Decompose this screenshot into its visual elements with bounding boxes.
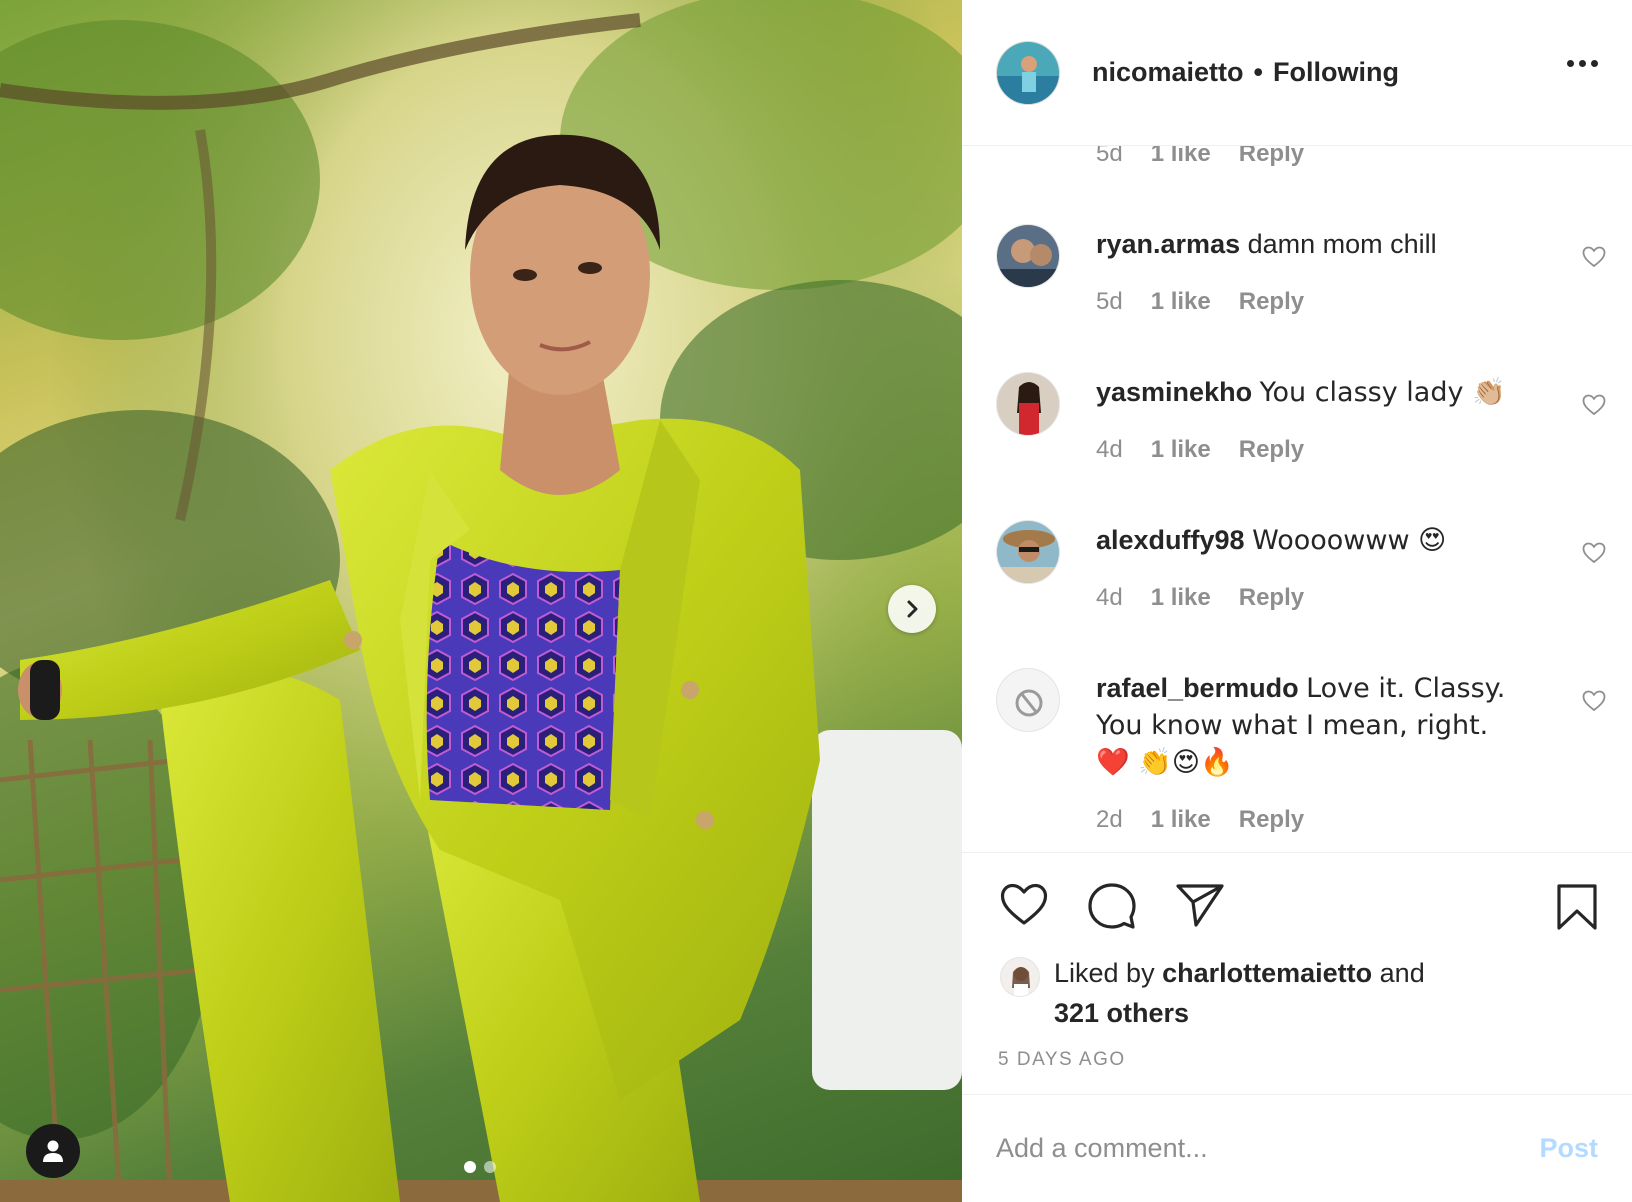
- post-comment-button[interactable]: Post: [1539, 1133, 1598, 1164]
- carousel-dot-active: [464, 1161, 476, 1173]
- liked-by-conjunction: and: [1379, 958, 1425, 988]
- reply-button[interactable]: Reply: [1239, 146, 1304, 168]
- more-options-icon[interactable]: [1567, 60, 1598, 67]
- comment-time: 4d: [1096, 436, 1123, 463]
- comment-time: 5d: [1096, 288, 1123, 315]
- commenter-avatar[interactable]: [996, 668, 1060, 732]
- commenter-avatar[interactable]: [996, 372, 1060, 436]
- next-slide-button[interactable]: [888, 585, 936, 633]
- post-header: nicomaietto • Following: [962, 0, 1632, 146]
- heart-icon[interactable]: [1000, 883, 1048, 927]
- bookmark-icon[interactable]: [1556, 883, 1598, 931]
- liked-by-summary: Liked by charlottemaietto and 321 others: [1000, 953, 1474, 1033]
- comment-likes[interactable]: 1 like: [1151, 288, 1211, 316]
- user-icon: [43, 1140, 63, 1162]
- comment-likes[interactable]: 1 like: [1151, 806, 1211, 834]
- comment-bubble-icon[interactable]: [1088, 883, 1136, 929]
- carousel-indicator: [464, 1161, 496, 1173]
- comment-meta: 2d 1 like Reply: [1096, 806, 1304, 834]
- reply-button[interactable]: Reply: [1239, 584, 1304, 612]
- comment-likes[interactable]: 1 like: [1151, 436, 1211, 464]
- tagged-users-button[interactable]: [26, 1124, 80, 1178]
- liked-by-avatar[interactable]: [1000, 957, 1040, 997]
- commenter-username[interactable]: rafael_bermudo: [1096, 673, 1299, 703]
- action-icon-row: [1000, 883, 1224, 929]
- author-avatar[interactable]: [996, 40, 1060, 105]
- comment-likes[interactable]: 1 like: [1151, 146, 1211, 168]
- liked-by-username[interactable]: charlottemaietto: [1162, 958, 1372, 988]
- comment-time: 5d: [1096, 146, 1123, 167]
- comment-meta: 5d 1 like Reply: [1096, 146, 1304, 168]
- reply-button[interactable]: Reply: [1239, 806, 1304, 834]
- comment-heart-icon[interactable]: [1582, 246, 1606, 268]
- reply-button[interactable]: Reply: [1239, 288, 1304, 316]
- comment-time: 4d: [1096, 584, 1123, 611]
- comments-list[interactable]: 5d 1 like Reply ryan.armas damn mom chil…: [962, 146, 1632, 852]
- paper-plane-icon[interactable]: [1176, 883, 1224, 927]
- comment-heart-icon[interactable]: [1582, 690, 1606, 712]
- commenter-avatar-image: [997, 521, 1059, 583]
- comment-text: rafael_bermudo Love it. Classy. You know…: [1096, 670, 1516, 781]
- follow-status-button[interactable]: Following: [1273, 57, 1399, 88]
- add-comment-bar: Post: [962, 1094, 1632, 1202]
- commenter-avatar-image: [997, 669, 1059, 731]
- comment-meta: 4d 1 like Reply: [1096, 436, 1304, 464]
- commenter-username[interactable]: alexduffy98: [1096, 525, 1245, 555]
- comment-time: 2d: [1096, 806, 1123, 833]
- liked-by-avatar-image: [1001, 958, 1039, 996]
- commenter-avatar[interactable]: [996, 224, 1060, 288]
- comment-meta: 4d 1 like Reply: [1096, 584, 1304, 612]
- comment-body: damn mom chill: [1247, 229, 1437, 259]
- comment-input[interactable]: [996, 1133, 1540, 1164]
- likes-count-link[interactable]: 321 others: [1054, 998, 1189, 1028]
- header-separator: •: [1253, 57, 1263, 87]
- chevron-right-icon: [907, 600, 918, 618]
- commenter-avatar-image: [997, 225, 1059, 287]
- liked-by-prefix: Liked by: [1054, 958, 1155, 988]
- commenter-avatar[interactable]: [996, 520, 1060, 584]
- author-avatar-image: [997, 41, 1059, 104]
- comment-body: You classy lady 👏🏼: [1259, 377, 1506, 408]
- reply-button[interactable]: Reply: [1239, 436, 1304, 464]
- liked-by-text: Liked by charlottemaietto and 321 others: [1054, 953, 1474, 1033]
- post-timestamp[interactable]: 5 DAYS AGO: [998, 1049, 1126, 1071]
- comment-meta: 5d 1 like Reply: [1096, 288, 1304, 316]
- commenter-username[interactable]: ryan.armas: [1096, 229, 1240, 259]
- commenter-username[interactable]: yasminekho: [1096, 377, 1252, 407]
- comment-heart-icon[interactable]: [1582, 394, 1606, 416]
- comment-text: ryan.armas damn mom chill: [1096, 226, 1516, 263]
- comment-heart-icon[interactable]: [1582, 542, 1606, 564]
- author-username[interactable]: nicomaietto: [1092, 57, 1244, 88]
- comment-text: yasminekho You classy lady 👏🏼: [1096, 374, 1516, 411]
- photo-scene: [0, 0, 962, 1202]
- carousel-dot: [484, 1161, 496, 1173]
- comment-text: alexduffy98 Woooowww 😍: [1096, 522, 1516, 559]
- comment-likes[interactable]: 1 like: [1151, 584, 1211, 612]
- post-actions: Liked by charlottemaietto and 321 others…: [962, 852, 1632, 1094]
- post-sidebar: nicomaietto • Following 5d 1 like Reply: [962, 0, 1632, 1202]
- commenter-avatar-image: [997, 373, 1059, 435]
- comment-body: Woooowww 😍: [1252, 525, 1447, 556]
- post-photo[interactable]: [0, 0, 962, 1202]
